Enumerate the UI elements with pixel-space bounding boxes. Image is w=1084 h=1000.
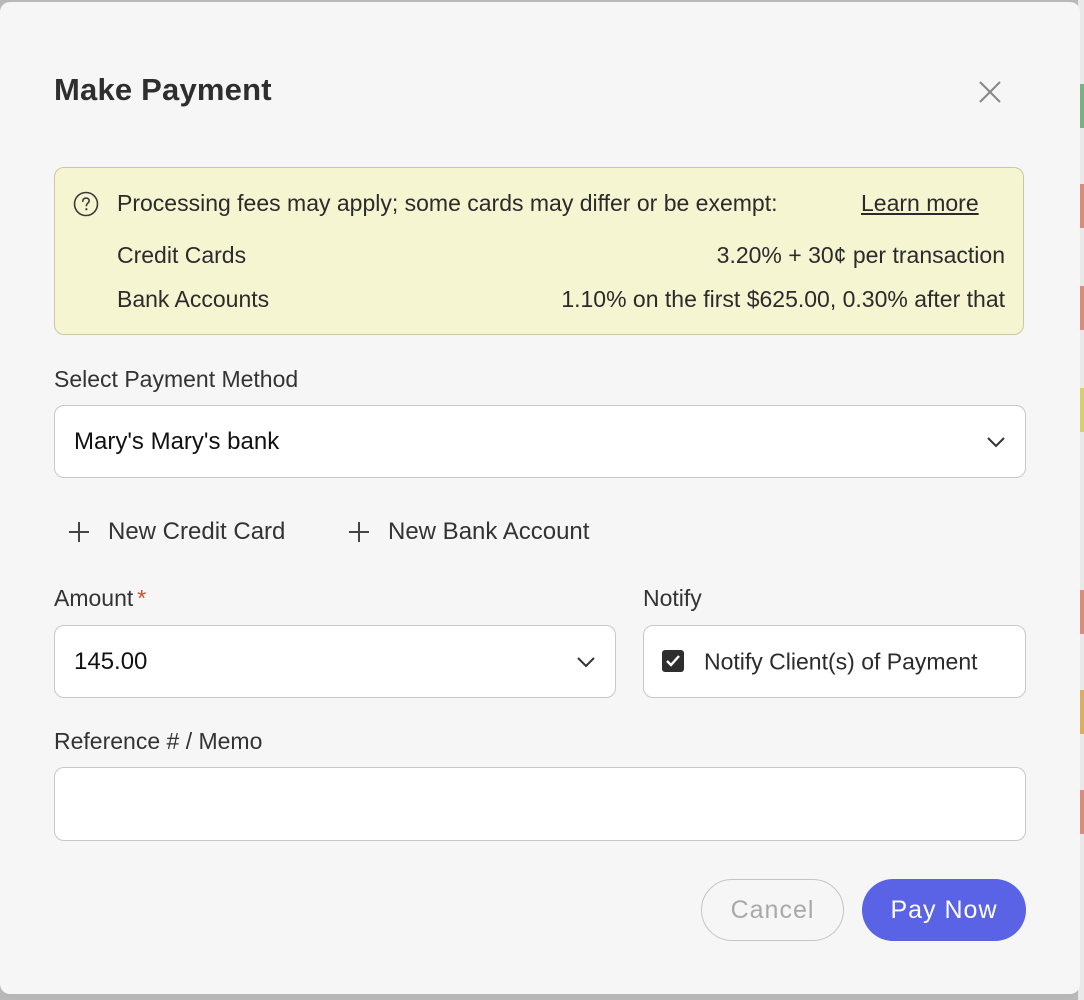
memo-input[interactable] [54, 767, 1026, 841]
edge-marker [1080, 286, 1084, 330]
make-payment-dialog: Make Payment Processing fees may apply; … [0, 2, 1080, 994]
memo-label: Reference # / Memo [54, 728, 263, 754]
cancel-button[interactable]: Cancel [701, 879, 844, 941]
learn-more-link[interactable]: Learn more [861, 190, 979, 217]
close-icon [979, 81, 1001, 103]
amount-label: Amount * [54, 585, 146, 612]
edge-marker [1080, 590, 1084, 634]
edge-marker [1080, 388, 1084, 432]
fee-value-credit-cards: 3.20% + 30¢ per transaction [716, 242, 1005, 268]
notify-clients-label: Notify Client(s) of Payment [704, 648, 978, 674]
new-credit-card-button[interactable]: New Credit Card [68, 514, 285, 550]
help-circle-icon [73, 191, 99, 217]
dialog-title: Make Payment [54, 72, 272, 107]
amount-value: 145.00 [74, 647, 148, 675]
plus-icon [349, 522, 369, 542]
payment-method-value: Mary's Mary's bank [74, 427, 280, 455]
chevron-down-icon [987, 436, 1005, 447]
notify-clients-checkbox[interactable] [662, 650, 684, 672]
edge-marker [1080, 790, 1084, 834]
fee-value-bank-accounts: 1.10% on the first $625.00, 0.30% after … [561, 286, 1005, 312]
notify-label: Notify [643, 585, 702, 611]
fee-label-credit-cards: Credit Cards [117, 242, 247, 268]
processing-fees-notice: Processing fees may apply; some cards ma… [54, 167, 1024, 335]
required-marker: * [137, 585, 147, 611]
edge-marker [1080, 184, 1084, 228]
payment-method-label: Select Payment Method [54, 366, 299, 392]
checkmark-icon [666, 655, 680, 667]
fee-label-bank-accounts: Bank Accounts [117, 286, 270, 312]
chevron-down-icon [577, 656, 595, 667]
amount-input[interactable]: 145.00 [54, 625, 616, 698]
fees-notice-message: Processing fees may apply; some cards ma… [117, 190, 778, 216]
notify-clients-field: Notify Client(s) of Payment [643, 625, 1026, 698]
pay-now-button[interactable]: Pay Now [862, 879, 1026, 941]
new-credit-card-label: New Credit Card [108, 518, 286, 545]
amount-label-text: Amount [54, 585, 134, 611]
edge-marker [1080, 690, 1084, 734]
payment-method-select[interactable]: Mary's Mary's bank [54, 405, 1026, 478]
edge-marker [1080, 84, 1084, 128]
plus-icon [69, 522, 89, 542]
new-bank-account-label: New Bank Account [388, 518, 590, 545]
close-button[interactable] [972, 74, 1008, 110]
new-bank-account-button[interactable]: New Bank Account [348, 514, 589, 550]
